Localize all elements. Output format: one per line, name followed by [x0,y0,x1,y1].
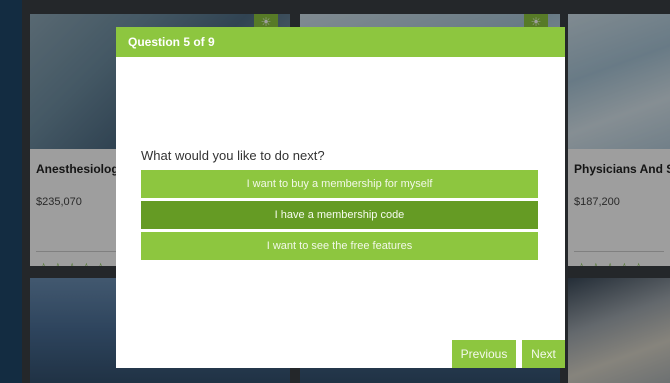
answer-options: I want to buy a membership for myself I … [141,170,538,263]
option-membership-code[interactable]: I have a membership code [141,201,538,229]
previous-button[interactable]: Previous [452,340,516,368]
dialog-header: Question 5 of 9 [116,27,565,57]
question-dialog: Question 5 of 9 What would you like to d… [116,27,565,368]
option-buy-membership[interactable]: I want to buy a membership for myself [141,170,538,198]
option-free-features[interactable]: I want to see the free features [141,232,538,260]
next-button[interactable]: Next [522,340,565,368]
question-text: What would you like to do next? [141,148,325,163]
